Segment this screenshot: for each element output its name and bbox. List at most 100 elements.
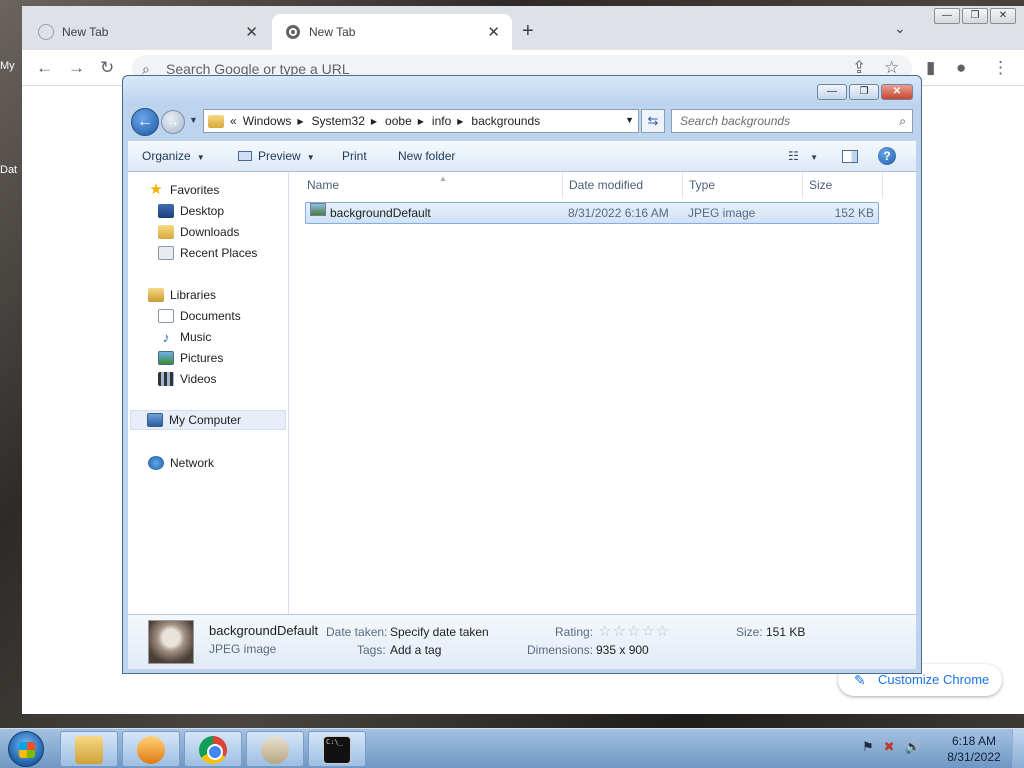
breadcrumb-item[interactable]: oobe — [385, 114, 412, 128]
explorer-title-bar[interactable]: — ❐ ✕ — [123, 76, 921, 106]
nav-videos[interactable]: Videos — [158, 369, 216, 389]
nav-desktop[interactable]: Desktop — [158, 201, 224, 221]
address-dropdown-icon[interactable]: ▼ — [625, 115, 634, 125]
computer-icon — [147, 413, 163, 427]
nav-pictures[interactable]: Pictures — [158, 348, 223, 368]
star-icon: ★ — [149, 181, 163, 198]
desktop-icon-label[interactable]: My — [0, 60, 15, 72]
nav-recent-places[interactable]: Recent Places — [158, 243, 257, 263]
print-button[interactable]: Print — [342, 141, 367, 171]
system-tray: ⚑ ✖ 🔊 — [862, 739, 921, 755]
volume-icon[interactable]: 🔊 — [905, 739, 921, 755]
show-desktop-button[interactable] — [1012, 729, 1024, 768]
minimize-button[interactable]: — — [934, 8, 960, 24]
breadcrumb-item[interactable]: backgrounds — [471, 114, 540, 128]
nav-network[interactable]: Network — [148, 453, 214, 473]
desktop-icon-label[interactable]: Dat — [0, 164, 17, 176]
help-icon[interactable]: ? — [878, 147, 896, 165]
maximize-button[interactable]: ❐ — [962, 8, 988, 24]
preview-button[interactable]: Preview ▼ — [238, 141, 315, 173]
nav-label: Music — [180, 330, 212, 344]
refresh-icon[interactable]: ⇆ — [641, 109, 665, 133]
date-taken-field[interactable]: Specify date taken — [390, 625, 489, 639]
breadcrumb-separator-icon[interactable]: ▶ — [297, 117, 303, 126]
file-list-pane: Name ▲ Date modified Type Size background… — [289, 172, 916, 614]
chrome-tabstrip: New Tab ✕ New Tab ✕ + ⌄ — ❐ ✕ — [22, 6, 1024, 50]
taskbar-cmd[interactable]: C:\_ — [308, 731, 366, 767]
network-status-icon[interactable]: ✖ — [884, 739, 895, 755]
tags-field[interactable]: Add a tag — [390, 643, 441, 657]
breadcrumb-overflow[interactable]: « — [230, 114, 237, 128]
tab-close-icon[interactable]: ✕ — [245, 23, 258, 41]
change-view-icon[interactable]: ☷ ▼ — [788, 149, 818, 163]
chrome-tab[interactable]: New Tab ✕ — [22, 14, 270, 50]
nav-downloads[interactable]: Downloads — [158, 222, 239, 242]
side-panel-icon[interactable]: ▮ — [926, 58, 935, 78]
profile-avatar-icon[interactable]: ● — [956, 58, 966, 78]
nav-label: Favorites — [170, 183, 220, 197]
organize-label: Organize — [142, 149, 191, 163]
clock-date: 8/31/2022 — [947, 750, 1001, 764]
taskbar-chrome[interactable] — [184, 731, 242, 767]
downloads-folder-icon — [158, 225, 174, 239]
organize-button[interactable]: Organize ▼ — [142, 141, 205, 173]
start-button[interactable] — [8, 731, 44, 767]
taskbar: C:\_ ⚑ ✖ 🔊 6:18 AM 8/31/2022 — [0, 728, 1024, 768]
preview-pane-icon[interactable] — [842, 150, 858, 163]
forward-button[interactable]: → — [161, 110, 185, 134]
chrome-favicon-icon — [286, 25, 300, 39]
nav-my-computer[interactable]: My Computer — [130, 410, 286, 430]
nav-libraries[interactable]: Libraries — [148, 285, 216, 305]
clock[interactable]: 6:18 AM 8/31/2022 — [944, 733, 1004, 765]
nav-label: Desktop — [180, 204, 225, 218]
reload-icon[interactable]: ↻ — [100, 58, 114, 78]
explorer-maximize-button[interactable]: ❐ — [849, 84, 879, 100]
column-header-name[interactable]: Name ▲ — [301, 172, 563, 198]
nav-label: Recent Places — [180, 246, 258, 260]
explorer-minimize-button[interactable]: — — [817, 84, 847, 100]
address-bar[interactable]: « Windows ▶ System32 ▶ oobe ▶ info ▶ bac… — [203, 109, 639, 133]
explorer-close-button[interactable]: ✕ — [881, 84, 913, 100]
preview-label: Preview — [258, 149, 301, 163]
breadcrumb-item[interactable]: System32 — [312, 114, 365, 128]
nav-label: Downloads — [180, 225, 240, 239]
back-arrow-icon[interactable]: ← — [36, 58, 53, 78]
file-size: 152 KB — [834, 206, 874, 220]
column-header-size[interactable]: Size — [803, 172, 883, 198]
chrome-tab-active[interactable]: New Tab ✕ — [272, 14, 512, 50]
rating-stars-icon[interactable]: ☆☆☆☆☆ — [598, 622, 670, 640]
file-row[interactable]: backgroundDefault 8/31/2022 6:16 AM JPEG… — [305, 202, 879, 224]
breadcrumb-separator-icon[interactable]: ▶ — [418, 117, 424, 126]
breadcrumb-item[interactable]: info — [432, 114, 451, 128]
taskbar-explorer[interactable] — [60, 731, 118, 767]
search-icon[interactable]: ⌕ — [899, 110, 906, 132]
nav-favorites[interactable]: ★ Favorites — [148, 180, 219, 200]
desktop-icon — [158, 204, 174, 218]
file-date: 8/31/2022 6:16 AM — [568, 206, 669, 220]
breadcrumb-separator-icon[interactable]: ▶ — [457, 117, 463, 126]
taskbar-paint[interactable] — [246, 731, 304, 767]
sort-up-icon: ▲ — [439, 174, 447, 183]
breadcrumb-item[interactable]: Windows — [243, 114, 292, 128]
nav-music[interactable]: ♪ Music — [158, 327, 212, 347]
nav-label: Documents — [180, 309, 241, 323]
tab-favicon-icon — [38, 24, 54, 40]
breadcrumb-separator-icon[interactable]: ▶ — [371, 117, 377, 126]
column-header-date[interactable]: Date modified — [563, 172, 683, 198]
back-button[interactable]: ← — [131, 108, 159, 136]
new-tab-button[interactable]: + — [522, 20, 534, 43]
search-input[interactable]: Search backgrounds ⌕ — [671, 109, 913, 133]
tab-close-icon[interactable]: ✕ — [487, 23, 500, 41]
recent-pages-dropdown-icon[interactable]: ▼ — [189, 115, 198, 125]
menu-kebab-icon[interactable]: ⋮ — [992, 58, 1009, 78]
column-header-type[interactable]: Type — [683, 172, 803, 198]
forward-arrow-icon[interactable]: → — [68, 58, 85, 78]
action-center-icon[interactable]: ⚑ — [862, 739, 874, 755]
search-placeholder: Search backgrounds — [680, 114, 791, 128]
tab-search-icon[interactable]: ⌄ — [894, 20, 906, 37]
close-button[interactable]: ✕ — [990, 8, 1016, 24]
file-thumbnail — [148, 620, 194, 664]
nav-documents[interactable]: Documents — [158, 306, 241, 326]
jpeg-file-icon — [310, 203, 326, 216]
taskbar-media-player[interactable] — [122, 731, 180, 767]
